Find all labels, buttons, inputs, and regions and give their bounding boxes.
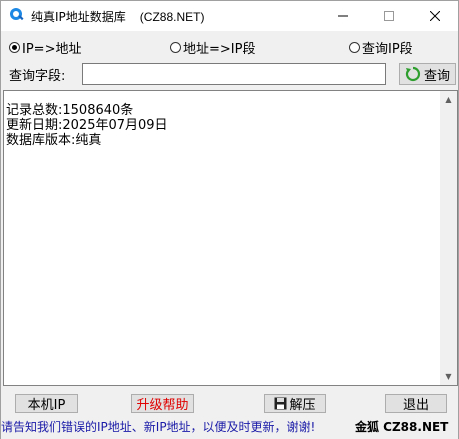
query-button-label: 查询 xyxy=(423,68,450,84)
app-window: 纯真IP地址数据库 (CZ88.NET) IP=>地址 地址=>IP段 查询IP段… xyxy=(0,0,459,439)
exit-button[interactable]: 退出 xyxy=(385,394,447,413)
status-bar: 请告知我们错误的IP地址、新IP地址，以便及时更新，谢谢! 金狐 CZ88.NE… xyxy=(1,415,458,439)
upgrade-help-button[interactable]: 升级帮助 xyxy=(131,394,194,413)
minimize-icon xyxy=(338,15,348,17)
local-ip-button-label: 本机IP xyxy=(27,398,66,413)
exit-button-label: 退出 xyxy=(402,398,429,413)
extract-button[interactable]: 解压 xyxy=(264,394,326,413)
status-brand: 金狐 CZ88.NET xyxy=(355,420,449,434)
window-title: 纯真IP地址数据库 (CZ88.NET) xyxy=(31,8,204,25)
radio-dot-checked[interactable] xyxy=(9,42,20,53)
refresh-icon xyxy=(405,66,421,82)
status-message: 请告知我们错误的IP地址、新IP地址，以便及时更新，谢谢! xyxy=(1,420,316,434)
radio-dot[interactable] xyxy=(349,42,360,53)
window-title-text: 纯真IP地址数据库 xyxy=(31,10,126,24)
close-icon xyxy=(430,11,440,21)
query-field-label: 查询字段: xyxy=(9,69,66,84)
floppy-icon xyxy=(274,397,287,410)
radio-query-ip-range[interactable]: 查询IP段 xyxy=(349,38,413,57)
minimize-button[interactable] xyxy=(320,1,366,31)
close-button[interactable] xyxy=(412,1,458,31)
local-ip-button[interactable]: 本机IP xyxy=(15,394,78,413)
vertical-scrollbar[interactable]: ▲ ▼ xyxy=(440,91,457,385)
maximize-button[interactable] xyxy=(366,1,412,31)
query-input[interactable] xyxy=(82,63,386,85)
window-title-suffix: (CZ88.NET) xyxy=(139,10,205,24)
maximize-icon xyxy=(384,11,394,21)
scroll-up-icon[interactable]: ▲ xyxy=(440,91,457,108)
radio-label: 查询IP段 xyxy=(362,42,413,57)
radio-address-to-ip-range[interactable]: 地址=>IP段 xyxy=(170,38,255,57)
query-button[interactable]: 查询 xyxy=(399,63,456,85)
mode-radio-group: IP=>地址 地址=>IP段 查询IP段 xyxy=(1,38,458,58)
radio-ip-to-address[interactable]: IP=>地址 xyxy=(9,38,81,57)
upgrade-help-button-label: 升级帮助 xyxy=(136,398,189,413)
result-textarea[interactable]: 记录总数:1508640条 更新日期:2025年07月09日 数据库版本:纯真 … xyxy=(3,90,458,386)
extract-button-label: 解压 xyxy=(289,398,316,413)
app-icon xyxy=(9,7,25,23)
title-bar: 纯真IP地址数据库 (CZ88.NET) xyxy=(1,1,458,31)
scroll-down-icon[interactable]: ▼ xyxy=(440,368,457,385)
radio-label: IP=>地址 xyxy=(22,42,82,57)
radio-label: 地址=>IP段 xyxy=(183,42,256,57)
result-text: 记录总数:1508640条 更新日期:2025年07月09日 数据库版本:纯真 xyxy=(6,103,168,148)
radio-dot[interactable] xyxy=(170,42,181,53)
